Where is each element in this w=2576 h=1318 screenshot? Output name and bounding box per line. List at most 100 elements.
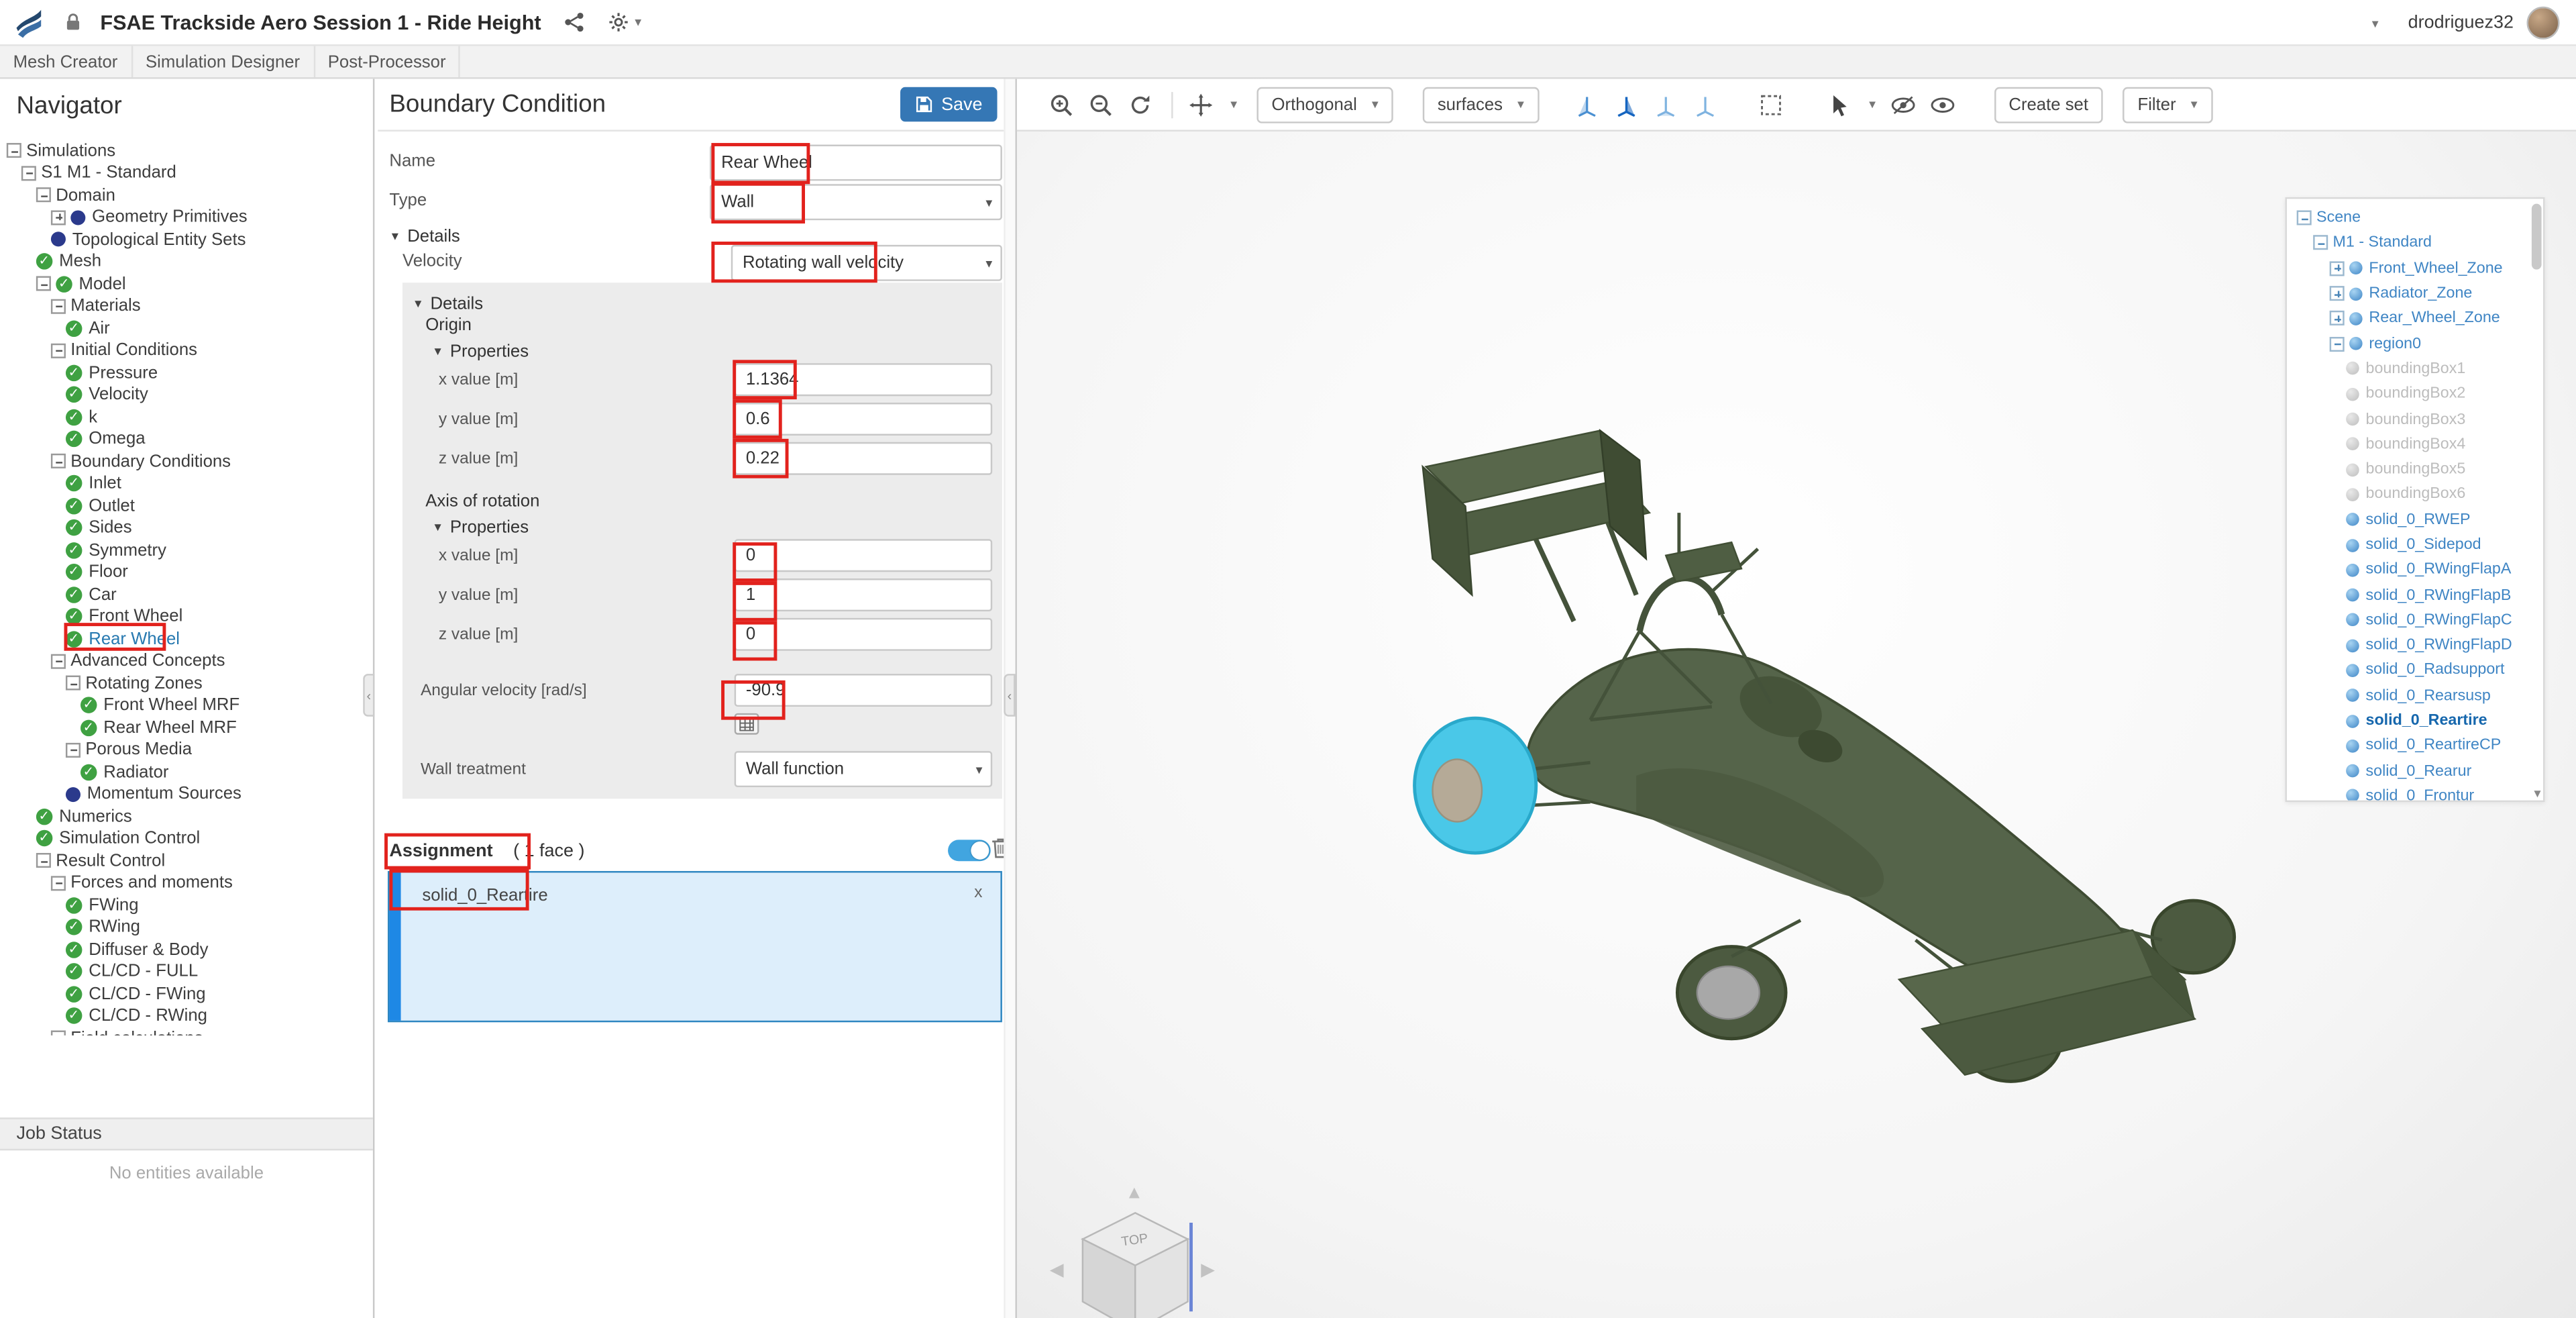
expander-icon[interactable] (50, 875, 66, 891)
visibility-sphere-icon[interactable] (2346, 638, 2359, 652)
scene-tree-item[interactable]: solid_0_RWingFlapD (2287, 633, 2543, 658)
expander-icon[interactable] (21, 165, 36, 181)
scene-tree-item[interactable]: Radiator_Zone (2287, 281, 2543, 306)
trash-icon[interactable] (991, 837, 1010, 868)
tree-item[interactable]: Domain (0, 184, 373, 206)
filter-select[interactable]: Filter ▾ (2123, 86, 2212, 123)
visibility-sphere-icon[interactable] (2346, 689, 2359, 703)
zoom-out-icon[interactable] (1086, 89, 1116, 119)
scene-tree-item[interactable]: solid_0_ReartireCP (2287, 733, 2543, 758)
tree-item[interactable]: S1 M1 - Standard (0, 162, 373, 184)
scene-tree-item[interactable]: solid_0_Radsupport (2287, 658, 2543, 682)
navigator-collapse-handle[interactable]: ‹ (363, 674, 375, 717)
origin-x-input[interactable] (734, 363, 993, 397)
save-button[interactable]: Save (900, 87, 998, 122)
box-select-icon[interactable] (1756, 89, 1785, 119)
expander-icon[interactable] (2329, 260, 2345, 276)
tree-item[interactable]: Forces and moments (0, 872, 373, 894)
scene-tree-item[interactable]: solid_0_RWingFlapA (2287, 558, 2543, 582)
visibility-sphere-icon[interactable] (2346, 438, 2359, 451)
scene-tree-item[interactable]: solid_0_Rearsusp (2287, 683, 2543, 708)
projection-select[interactable]: Orthogonal ▾ (1256, 86, 1393, 123)
pointer-select-icon[interactable] (1825, 89, 1854, 119)
expander-icon[interactable] (65, 676, 81, 691)
visibility-sphere-icon[interactable] (2346, 513, 2359, 527)
tree-item[interactable]: Car (0, 583, 373, 605)
tree-item[interactable]: Symmetry (0, 539, 373, 561)
visibility-sphere-icon[interactable] (2346, 563, 2359, 577)
tree-item[interactable]: Air (0, 317, 373, 340)
settings-gear-icon[interactable]: ▾ (608, 11, 641, 33)
tree-item[interactable]: Topological Entity Sets (0, 228, 373, 250)
visibility-sphere-icon[interactable] (2346, 764, 2359, 778)
tree-item[interactable]: Front Wheel (0, 605, 373, 627)
expander-icon[interactable] (2329, 286, 2345, 301)
visibility-sphere-icon[interactable] (2346, 664, 2359, 677)
orientation-cube[interactable]: TOP (1073, 1207, 1197, 1318)
visibility-sphere-icon[interactable] (2346, 387, 2359, 401)
details-section-toggle[interactable]: ▼ Details (389, 227, 460, 246)
expander-icon[interactable] (2329, 311, 2345, 326)
axis-x-input[interactable] (734, 539, 993, 572)
tree-item[interactable]: Rear Wheel MRF (0, 717, 373, 739)
create-set-button[interactable]: Create set (1994, 86, 2104, 123)
scene-tree-item[interactable]: Front_Wheel_Zone (2287, 256, 2543, 281)
reset-view-icon[interactable] (1126, 89, 1155, 119)
tree-item[interactable]: Boundary Conditions (0, 450, 373, 472)
tree-item[interactable]: Outlet (0, 495, 373, 517)
scene-tree-item[interactable]: Rear_Wheel_Zone (2287, 306, 2543, 331)
tree-item[interactable]: Front Wheel MRF (0, 695, 373, 717)
tree-item[interactable]: Rear Wheel (0, 628, 373, 650)
formula-table-button[interactable] (734, 713, 759, 735)
expander-icon[interactable] (50, 654, 66, 669)
scene-tree-item[interactable]: boundingBox3 (2287, 407, 2543, 432)
tree-item[interactable]: Result Control (0, 850, 373, 872)
axis-y-input[interactable] (734, 578, 993, 612)
expander-icon[interactable] (36, 853, 51, 868)
workflow-tab[interactable]: Simulation Designer (132, 46, 315, 78)
view-axis-icon-3[interactable] (1650, 89, 1680, 119)
tree-item[interactable]: Inlet (0, 472, 373, 495)
assignment-box[interactable]: solid_0_Reartire x (387, 870, 1002, 1023)
tree-item[interactable]: CL/CD - RWing (0, 1005, 373, 1027)
scene-tree-item[interactable]: boundingBox6 (2287, 482, 2543, 507)
visibility-sphere-icon[interactable] (2346, 538, 2359, 552)
chevron-down-icon[interactable]: ▾ (1869, 97, 1876, 111)
visibility-sphere-icon[interactable] (2349, 311, 2363, 325)
expander-icon[interactable] (36, 187, 51, 203)
render-mode-select[interactable]: surfaces ▾ (1422, 86, 1539, 123)
tree-item[interactable]: Radiator (0, 761, 373, 783)
tree-item[interactable]: Velocity (0, 384, 373, 406)
view-axis-icon-2[interactable] (1611, 89, 1641, 119)
scene-tree-item[interactable]: solid_0_RWEP (2287, 507, 2543, 532)
avatar[interactable] (2526, 5, 2560, 39)
remove-assignment-button[interactable]: x (974, 884, 982, 903)
visibility-sphere-icon[interactable] (2346, 462, 2359, 476)
expander-icon[interactable] (50, 454, 66, 469)
name-input[interactable] (709, 144, 1002, 181)
visibility-sphere-icon[interactable] (2349, 337, 2363, 350)
top-nav-link[interactable] (2365, 12, 2379, 32)
tree-item[interactable]: Diffuser & Body (0, 938, 373, 960)
scene-tree-item[interactable]: Scene (2287, 205, 2543, 230)
zoom-in-icon[interactable] (1046, 89, 1076, 119)
scene-tree-item[interactable]: solid_0_Sidepod (2287, 532, 2543, 557)
visibility-sphere-icon[interactable] (2346, 412, 2359, 426)
username[interactable]: drodriguez32 (2408, 12, 2514, 32)
axis-z-input[interactable] (734, 617, 993, 651)
expander-icon[interactable] (50, 209, 66, 225)
visibility-sphere-icon[interactable] (2349, 261, 2363, 275)
inner-details-toggle[interactable]: ▼ Details (413, 293, 992, 315)
assignment-toggle[interactable] (948, 840, 991, 862)
axis-properties-toggle[interactable]: ▼ Properties (432, 516, 992, 539)
expander-icon[interactable] (36, 276, 51, 292)
tree-item[interactable]: Rotating Zones (0, 672, 373, 695)
expander-icon[interactable] (2296, 210, 2312, 225)
scene-tree-item[interactable]: solid_0_Reartire (2287, 708, 2543, 733)
hide-selected-eye-icon[interactable] (1889, 89, 1919, 119)
scene-tree-item[interactable]: solid_0_Rearur (2287, 758, 2543, 783)
expander-icon[interactable] (6, 143, 21, 158)
scene-tree-item[interactable]: solid_0_RWingFlapC (2287, 608, 2543, 633)
origin-properties-toggle[interactable]: ▼ Properties (432, 340, 992, 363)
workflow-tab[interactable]: Mesh Creator (0, 46, 133, 78)
